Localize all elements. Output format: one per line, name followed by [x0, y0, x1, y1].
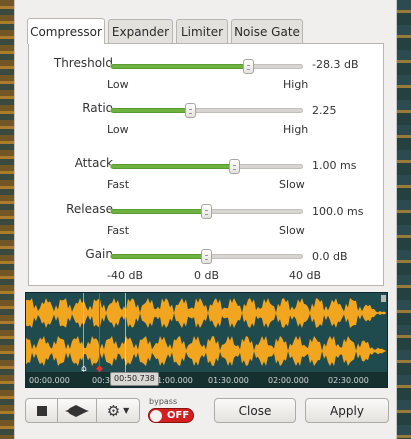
gear-icon: ⚙ — [106, 401, 121, 420]
release-min-label: Fast — [107, 224, 130, 237]
compressor-dialog: Compressor Expander Limiter Noise Gate T… — [14, 0, 397, 439]
threshold-slider-fill — [111, 64, 249, 69]
tab-noise-gate[interactable]: Noise Gate — [231, 19, 303, 44]
gain-slider-fill — [111, 254, 207, 259]
ratio-value: 2.25 — [312, 104, 337, 117]
ratio-slider[interactable] — [110, 103, 303, 118]
selection-end-line — [125, 293, 126, 373]
gain-min-label: -40 dB — [107, 269, 143, 282]
release-label: Release — [66, 202, 113, 216]
settings-menu-button[interactable]: ⚙ ▼ — [96, 398, 140, 423]
ruler-tick: 00:00.000 — [29, 376, 70, 385]
ruler-tick: 02:30.000 — [328, 376, 369, 385]
waveform-graphic — [26, 298, 386, 366]
threshold-label: Threshold — [53, 56, 113, 70]
ratio-slider-handle[interactable] — [185, 103, 196, 118]
playhead-line — [99, 293, 100, 373]
bypass-state-label: OFF — [167, 410, 190, 421]
bypass-label: bypass — [149, 397, 178, 406]
bypass-toggle[interactable]: OFF — [148, 408, 194, 423]
ratio-label: Ratio — [82, 101, 113, 115]
gain-label: Gain — [85, 247, 113, 261]
playhead-time-badge: 00:50.738 — [110, 372, 159, 386]
release-slider-fill — [111, 209, 207, 214]
tab-expander[interactable]: Expander — [108, 19, 173, 44]
threshold-max-label: High — [283, 78, 309, 91]
background-timeline-left — [0, 0, 14, 439]
stop-icon — [36, 405, 47, 416]
tab-limiter[interactable]: Limiter — [176, 19, 228, 44]
attack-slider[interactable] — [110, 159, 303, 174]
selection-start-line — [83, 293, 84, 373]
ratio-max-label: High — [283, 123, 309, 136]
stop-button[interactable] — [25, 398, 58, 423]
selection-start-marker[interactable]: ⌂ — [81, 364, 87, 374]
attack-label: Attack — [74, 156, 113, 170]
release-value: 100.0 ms — [312, 205, 364, 218]
compressor-panel: Threshold -28.3 dB Low High Ratio 2.25 L… — [28, 43, 384, 286]
time-ruler: 00:00.000 00:30.000 01:00.000 01:30.000 … — [26, 372, 387, 387]
waveform-scroll-handle[interactable] — [381, 295, 386, 302]
ratio-min-label: Low — [107, 123, 129, 136]
playhead-marker[interactable]: ◆ — [96, 364, 103, 374]
gain-slider-handle[interactable] — [201, 249, 212, 264]
waveform-icon — [65, 404, 89, 417]
release-slider[interactable] — [110, 204, 303, 219]
threshold-value: -28.3 dB — [312, 58, 359, 71]
release-max-label: Slow — [279, 224, 305, 237]
ruler-tick: 01:30.000 — [208, 376, 249, 385]
background-timeline-right — [397, 0, 411, 439]
attack-min-label: Fast — [107, 178, 130, 191]
attack-slider-handle[interactable] — [229, 159, 240, 174]
attack-max-label: Slow — [279, 178, 305, 191]
attack-slider-fill — [111, 164, 235, 169]
chevron-down-icon: ▼ — [123, 406, 130, 415]
ruler-tick: 02:00.000 — [268, 376, 309, 385]
gain-max-label: 40 dB — [289, 269, 322, 282]
gain-value: 0.0 dB — [312, 250, 348, 263]
gain-mid-label: 0 dB — [194, 269, 220, 282]
bypass-toggle-knob — [150, 409, 162, 422]
threshold-slider-handle[interactable] — [243, 59, 254, 74]
gain-slider[interactable] — [110, 249, 303, 264]
tab-compressor[interactable]: Compressor — [27, 18, 105, 44]
apply-button[interactable]: Apply — [305, 398, 389, 423]
threshold-min-label: Low — [107, 78, 129, 91]
release-slider-handle[interactable] — [201, 204, 212, 219]
attack-value: 1.00 ms — [312, 159, 357, 172]
close-button[interactable]: Close — [214, 398, 296, 423]
ratio-slider-fill — [111, 108, 191, 113]
waveform-preview[interactable]: 00:00.000 00:30.000 01:00.000 01:30.000 … — [25, 292, 388, 388]
threshold-slider[interactable] — [110, 59, 303, 74]
waveform-view-button[interactable] — [57, 398, 97, 423]
